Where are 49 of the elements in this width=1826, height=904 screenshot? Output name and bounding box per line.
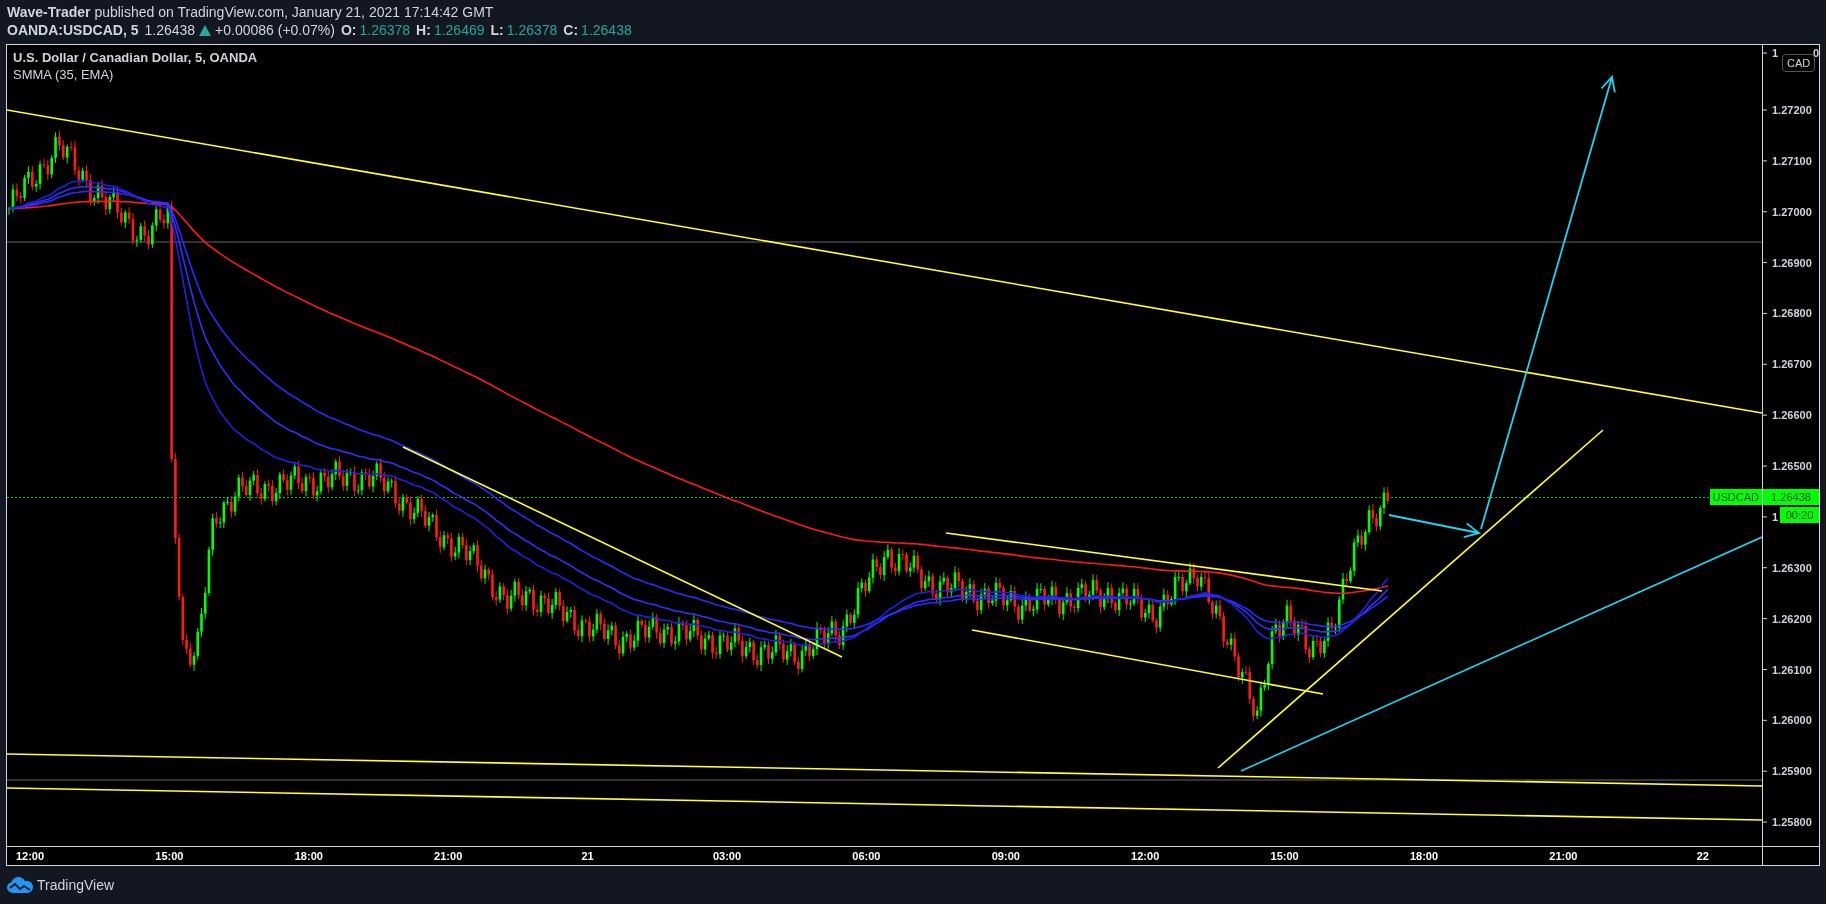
price-tick-label: 1.26100 <box>1772 662 1812 677</box>
indicator-label: SMMA (35, EMA) <box>13 66 115 83</box>
price-tick-label: 1 <box>1772 509 1779 524</box>
chart-title: U.S. Dollar / Canadian Dollar, 5, OANDA <box>13 49 258 66</box>
time-tick-label: 15:00 <box>155 849 184 863</box>
time-tick-label: 21 <box>581 849 594 863</box>
price-tick-label: 1.26800 <box>1772 306 1812 321</box>
price-tick-label: 1.26600 <box>1772 408 1812 423</box>
time-tick-label: 18:00 <box>294 849 323 863</box>
ohlc-label: O: <box>340 21 357 39</box>
time-tick-label: 12:00 <box>15 849 45 863</box>
price-tick-label: 1.26200 <box>1772 611 1812 626</box>
price-tick-label: 1.27000 <box>1772 204 1812 219</box>
ohlc-label: L: <box>490 21 504 39</box>
last-price: 1.26438 <box>144 21 196 39</box>
price-tick-label: 1.25800 <box>1772 815 1812 829</box>
ohlc-label: H: <box>416 21 431 39</box>
ohlc-value: 1.26378 <box>506 21 558 39</box>
price-tick-label: 1.26000 <box>1772 713 1812 728</box>
price-tick-label: 1.27200 <box>1772 103 1812 117</box>
time-tick-label: 03:00 <box>712 849 742 863</box>
ohlc-label: C: <box>563 21 579 39</box>
time-tick-label: 12:00 <box>1131 849 1160 863</box>
time-tick-label: 15:00 <box>1270 849 1299 863</box>
price-tick-label: 1.25900 <box>1772 764 1812 779</box>
price-tick-label: 0 <box>1813 46 1820 60</box>
price-tick-label: 1.26300 <box>1772 560 1812 575</box>
brand-name: TradingView <box>37 877 115 893</box>
last-price-tag: 1.26438 <box>1763 489 1819 505</box>
time-tick-label: 18:00 <box>1409 849 1439 863</box>
publish-line: Wave-Trader published on TradingView.com, January 21, 2021 17:14:42 GMT <box>7 4 494 20</box>
ohlc-value: 1.26469 <box>433 21 485 39</box>
symbol-label: OANDA:USDCAD, 5 <box>7 21 139 39</box>
price-tick-label: 1.26900 <box>1772 255 1812 270</box>
cloud-logo-icon <box>7 877 33 893</box>
price-tick-label: 1 <box>1772 46 1779 60</box>
time-tick-label: 22 <box>1696 849 1709 863</box>
symbol-price-tag: USDCAD <box>1709 489 1762 505</box>
time-tick-label: 06:00 <box>852 849 881 863</box>
time-tick-label: 21:00 <box>1549 849 1578 863</box>
time-tick-label: 09:00 <box>991 849 1020 863</box>
ohlc-value: 1.26438 <box>581 21 632 39</box>
ohlc-value: 1.26378 <box>359 21 411 39</box>
countdown-tag: 00:20 <box>1780 507 1819 523</box>
time-tick-label: 21:00 <box>434 849 463 863</box>
price-tick-label: 1.26700 <box>1772 357 1812 372</box>
price-change: +0.00086 (+0.07%) <box>215 21 335 39</box>
price-tick-label: 1.27100 <box>1772 153 1812 168</box>
price-tick-label: 1.26500 <box>1772 459 1812 473</box>
